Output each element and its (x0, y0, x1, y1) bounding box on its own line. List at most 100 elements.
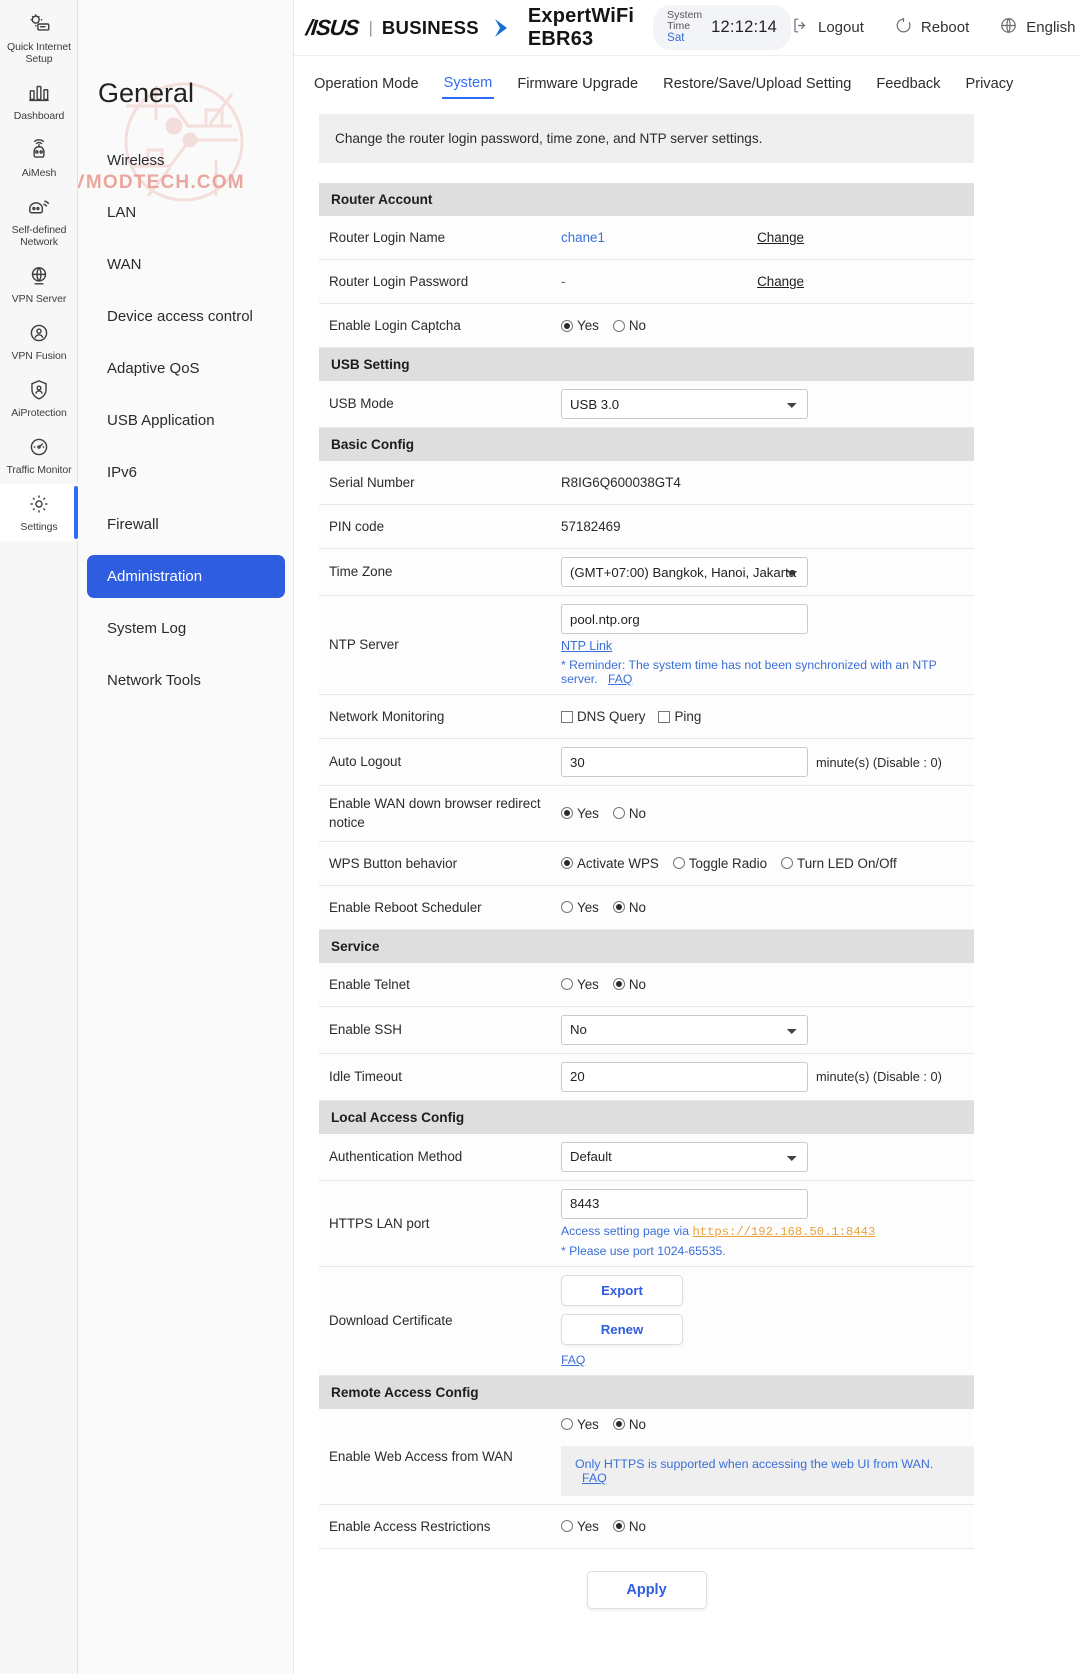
reboot-button[interactable]: Reboot (894, 16, 969, 39)
usb-mode-select[interactable]: USB 3.0 (561, 389, 808, 419)
primary-icon-rail: Quick Internet Setup Dashboard AiMesh Se… (0, 0, 78, 1674)
tab-privacy[interactable]: Privacy (963, 73, 1015, 98)
settings-gear-icon (26, 491, 52, 517)
content-area: Change the router login password, time z… (294, 108, 1080, 1674)
https-lan-port-input[interactable] (561, 1188, 808, 1219)
reboot-scheduler-radio-no[interactable]: No (612, 899, 646, 915)
ntp-server-input[interactable] (561, 604, 808, 634)
row-ntp-server: NTP Server NTP Link * Reminder: The syst… (319, 596, 974, 695)
certificate-faq-link[interactable]: FAQ (561, 1353, 585, 1367)
wan-down-radio-group: Yes No (561, 806, 646, 821)
row-label: USB Mode (329, 396, 394, 412)
telnet-radio-no[interactable]: No (612, 977, 646, 992)
change-login-name-link[interactable]: Change (757, 230, 804, 245)
web-access-wan-radio-no[interactable]: No (612, 1417, 646, 1432)
auto-logout-input[interactable] (561, 747, 808, 777)
sidebar-item-device-access-control[interactable]: Device access control (87, 295, 285, 338)
reboot-scheduler-radio-yes[interactable]: Yes (561, 900, 599, 915)
radio-dot-icon (612, 901, 625, 914)
network-monitoring-checkbox-group: DNS Query Ping (561, 709, 701, 724)
radio-dot-icon (612, 978, 625, 991)
radio-label: Yes (577, 318, 599, 333)
rail-item-self-defined-network[interactable]: Self-defined Network (0, 187, 78, 256)
ssh-select[interactable]: No (561, 1014, 808, 1045)
row-label: Auto Logout (329, 754, 402, 770)
row-label: Network Monitoring (329, 708, 445, 724)
wps-radio-turn-led[interactable]: Turn LED On/Off (781, 856, 897, 871)
reboot-icon (894, 16, 913, 39)
rail-item-aimesh[interactable]: AiMesh (0, 130, 78, 187)
logout-button[interactable]: Logout (791, 16, 864, 39)
section-usb-setting: USB Setting (319, 348, 974, 381)
globe-icon (999, 16, 1018, 39)
time-zone-select[interactable]: (GMT+07:00) Bangkok, Hanoi, Jakarta (561, 557, 808, 587)
radio-dot-icon (612, 319, 625, 332)
change-login-password-link[interactable]: Change (757, 274, 804, 289)
telnet-radio-group: Yes No (561, 977, 646, 992)
row-enable-telnet: Enable Telnet Yes No (319, 962, 974, 1007)
radio-dot-icon (612, 1520, 625, 1533)
dashboard-icon (26, 80, 52, 106)
row-label: Router Login Password (329, 273, 469, 289)
row-label: Enable Login Captcha (329, 317, 461, 333)
rail-label: VPN Fusion (11, 350, 67, 362)
sidebar-item-adaptive-qos[interactable]: Adaptive QoS (87, 347, 285, 390)
rail-item-vpn-server[interactable]: VPN Server (0, 256, 78, 313)
sidebar-item-administration[interactable]: Administration (87, 555, 285, 598)
wps-radio-activate-wps[interactable]: Activate WPS (561, 856, 659, 871)
https-access-url-link[interactable]: https://192.168.50.1:8443 (692, 1225, 875, 1239)
rail-item-settings[interactable]: Settings (0, 484, 78, 541)
logout-icon (791, 16, 810, 39)
row-label: Enable Access Restrictions (329, 1518, 491, 1534)
captcha-radio-no[interactable]: No (612, 318, 646, 333)
web-access-wan-radio-yes[interactable]: Yes (561, 1417, 599, 1432)
authentication-method-select[interactable]: Default (561, 1141, 808, 1172)
radio-dot-icon (561, 1418, 573, 1431)
radio-label: No (628, 899, 646, 915)
wps-radio-toggle-radio[interactable]: Toggle Radio (672, 856, 767, 871)
rail-item-dashboard[interactable]: Dashboard (0, 73, 78, 130)
web-access-wan-radio-group: Yes No (561, 1417, 974, 1432)
apply-button[interactable]: Apply (586, 1570, 707, 1609)
tab-system[interactable]: System (441, 72, 495, 99)
wan-down-radio-yes[interactable]: Yes (561, 806, 599, 821)
sidebar-item-usb-application[interactable]: USB Application (87, 399, 285, 442)
access-restrictions-radio-yes[interactable]: Yes (561, 1519, 599, 1534)
checkbox-ping[interactable]: Ping (658, 709, 701, 724)
ntp-link[interactable]: NTP Link (561, 639, 974, 653)
tab-firmware-upgrade[interactable]: Firmware Upgrade (515, 73, 640, 98)
export-certificate-button[interactable]: Export (561, 1274, 683, 1306)
sidebar-item-ipv6[interactable]: IPv6 (87, 451, 285, 494)
wan-down-radio-no[interactable]: No (612, 806, 646, 821)
idle-timeout-input[interactable] (561, 1061, 808, 1092)
access-restrictions-radio-no[interactable]: No (612, 1519, 646, 1534)
checkbox-dns-query[interactable]: DNS Query (561, 709, 645, 724)
sidebar-item-network-tools[interactable]: Network Tools (87, 659, 285, 702)
web-access-wan-faq-link[interactable]: FAQ (582, 1471, 607, 1485)
tab-feedback[interactable]: Feedback (874, 73, 942, 98)
row-router-login-password: Router Login Password - Change (319, 260, 974, 304)
reboot-scheduler-radio-group: Yes No (561, 900, 646, 915)
row-enable-web-access-from-wan: Enable Web Access from WAN Yes No Only H… (319, 1408, 974, 1505)
captcha-radio-yes[interactable]: Yes (561, 318, 599, 333)
rail-item-traffic-monitor[interactable]: Traffic Monitor (0, 427, 78, 484)
sidebar-item-lan[interactable]: LAN (87, 191, 285, 234)
rail-item-vpn-fusion[interactable]: VPN Fusion (0, 313, 78, 370)
apply-bar: Apply (319, 1549, 974, 1625)
tab-operation-mode[interactable]: Operation Mode (312, 73, 421, 98)
renew-certificate-button[interactable]: Renew (561, 1313, 683, 1345)
radio-label: Yes (577, 899, 599, 915)
row-enable-access-restrictions: Enable Access Restrictions Yes No (319, 1504, 974, 1549)
sidebar-item-wireless[interactable]: Wireless (87, 139, 285, 182)
logout-label: Logout (818, 19, 864, 36)
language-selector[interactable]: English ▾ (999, 16, 1080, 39)
tab-restore-save-upload-setting[interactable]: Restore/Save/Upload Setting (661, 73, 853, 98)
rail-item-aiprotection[interactable]: AiProtection (0, 370, 78, 427)
rail-item-quick-internet-setup[interactable]: Quick Internet Setup (0, 4, 78, 73)
telnet-radio-yes[interactable]: Yes (561, 977, 599, 992)
ntp-faq-link[interactable]: FAQ (608, 672, 632, 686)
radio-dot-icon (561, 901, 573, 914)
sidebar-item-wan[interactable]: WAN (87, 243, 285, 286)
sidebar-item-system-log[interactable]: System Log (87, 607, 285, 650)
sidebar-item-firewall[interactable]: Firewall (87, 503, 285, 546)
